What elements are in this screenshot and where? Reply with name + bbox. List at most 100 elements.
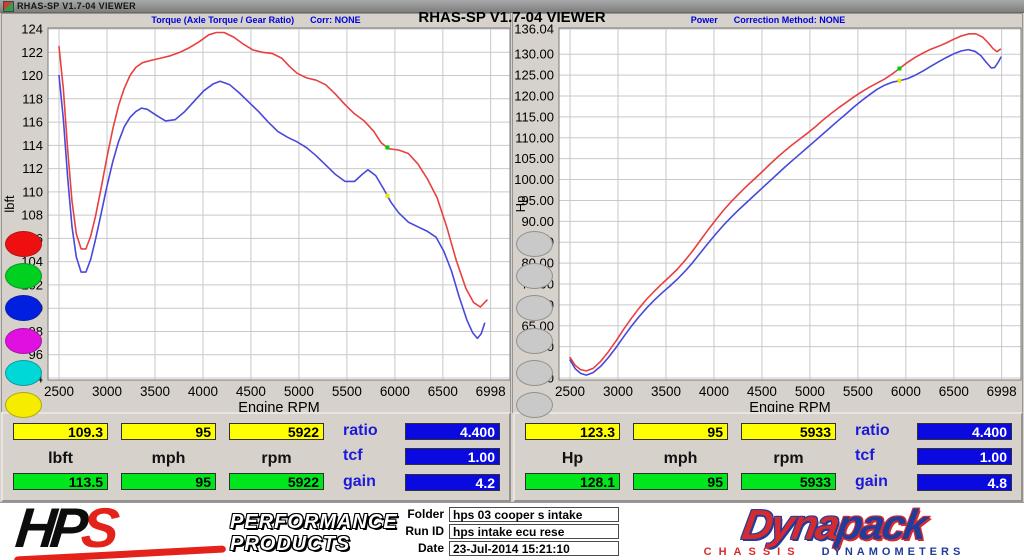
rpm-unit-label: rpm: [261, 450, 292, 467]
run-select-button-5[interactable]: [5, 360, 42, 386]
y-tick-label: 110.00: [515, 130, 554, 145]
y-tick-label: 130.00: [514, 47, 554, 62]
x-tick-label: 4500: [236, 384, 266, 399]
cursor-marker: [385, 193, 390, 198]
dynapack-logo-word: Dynapack: [644, 501, 1023, 548]
ratio-value: 4.400: [917, 423, 1012, 440]
folder-field[interactable]: hps 03 cooper s intake: [449, 507, 619, 522]
ratio-label: ratio: [855, 422, 890, 439]
power-cursor-b-value: 128.1: [525, 473, 620, 490]
rpm-unit-label: rpm: [773, 450, 804, 467]
x-tick-label: 5500: [332, 384, 362, 399]
dynapack-dyna-text: Dyna: [738, 501, 842, 548]
ratio-label: ratio: [343, 422, 378, 439]
y-tick-label: 100.00: [514, 172, 554, 187]
torque-readout-panel: 109.3 95 5922 lbft mph rpm 113.5 95 5922…: [1, 412, 511, 502]
run-select-button-disabled-1[interactable]: [516, 231, 553, 257]
dynapack-pack-text: pack: [833, 501, 930, 548]
dynapack-logo: Dynapack CHASSIS DYNAMOMETERS: [648, 501, 1020, 560]
x-tick-label: 3500: [140, 384, 170, 399]
y-tick-label: 112: [22, 161, 43, 176]
folder-label: Folder: [407, 507, 444, 521]
x-tick-label: 5000: [795, 384, 825, 399]
run-select-button-6[interactable]: [5, 392, 42, 418]
dynapack-logo-tagline: CHASSIS DYNAMOMETERS: [648, 546, 1020, 558]
y-axis-title: lbft: [2, 195, 17, 213]
power-caption-text: Power: [690, 15, 718, 25]
tcf-value: 1.00: [405, 448, 500, 465]
dynapack-chassis-text: CHASSIS: [703, 546, 802, 558]
tcf-label: tcf: [855, 447, 875, 464]
run-select-button-1[interactable]: [5, 231, 42, 257]
x-tick-label: 6000: [380, 384, 410, 399]
y-tick-label: 105.00: [514, 151, 554, 166]
x-tick-label: 4000: [699, 384, 729, 399]
speed-cursor-a-value: 95: [121, 423, 216, 440]
x-tick-label: 6000: [891, 384, 921, 399]
speed-cursor-b-value: 95: [121, 473, 216, 490]
x-tick-label: 6998: [987, 384, 1017, 399]
tcf-label: tcf: [343, 447, 363, 464]
torque-chart-panel: 1241221201181161141121101081061041021009…: [1, 13, 511, 418]
y-tick-label: 110: [22, 184, 43, 199]
x-tick-label: 5500: [843, 384, 873, 399]
rpm-cursor-b-value: 5933: [741, 473, 836, 490]
run-id-field[interactable]: hps intake ecu rese: [449, 524, 619, 539]
hps-logo: HPS PERFORMANCE PRODUCTS: [6, 496, 397, 560]
y-tick-label: 114: [22, 138, 43, 153]
x-tick-label: 4000: [188, 384, 218, 399]
rpm-cursor-b-value: 5922: [229, 473, 324, 490]
cursor-marker: [897, 66, 902, 71]
dyno-viewer-window: RHAS-SP V1.7-04 VIEWER RHAS-SP V1.7-04 V…: [0, 0, 1024, 560]
gain-value: 4.2: [405, 474, 500, 491]
hps-logo-word: HPS: [13, 496, 117, 559]
rpm-cursor-a-value: 5922: [229, 423, 324, 440]
gain-value: 4.8: [917, 474, 1012, 491]
y-tick-label: 120: [21, 68, 43, 83]
x-axis-title: Engine RPM: [238, 400, 319, 412]
run-id-label: Run ID: [405, 524, 444, 538]
y-tick-label: 90.00: [521, 214, 554, 229]
window-titlebar[interactable]: RHAS-SP V1.7-04 VIEWER: [0, 0, 1024, 13]
speed-cursor-b-value: 95: [633, 473, 728, 490]
power-chart-panel: 136.04 130.00 125.00 120.00 115.00 110.00 105.…: [512, 13, 1023, 418]
speed-unit-label: mph: [151, 450, 186, 467]
x-tick-label: 4500: [747, 384, 777, 399]
run-select-button-disabled-5[interactable]: [516, 360, 553, 386]
run-select-button-disabled-6[interactable]: [516, 392, 553, 418]
date-label: Date: [417, 541, 444, 555]
x-tick-label: 6500: [939, 384, 969, 399]
power-chart-caption: Power Correction Method: NONE: [513, 15, 1023, 25]
y-tick-label: 116: [22, 115, 43, 130]
run-select-button-disabled-2[interactable]: [516, 263, 553, 289]
torque-cursor-a-value: 109.3: [13, 423, 108, 440]
folder-row: Folder hps 03 cooper s intake: [372, 507, 619, 522]
hps-logo-hp: HP: [12, 496, 86, 559]
x-tick-label: 6998: [476, 384, 506, 399]
y-tick-label: 122: [21, 45, 43, 60]
torque-chart: 1241221201181161141121101081061041021009…: [2, 22, 510, 412]
power-correction-label: Correction Method: NONE: [733, 15, 846, 25]
power-chart: 136.04130.00125.00120.00115.00110.00105.…: [513, 22, 1022, 412]
power-cursor-a-value: 123.3: [525, 423, 620, 440]
run-select-button-disabled-3[interactable]: [516, 295, 553, 321]
y-tick-label: 108: [21, 208, 43, 223]
x-tick-label: 3000: [603, 384, 633, 399]
y-tick-label: 115.00: [515, 109, 554, 124]
y-tick-label: 118: [22, 91, 43, 106]
plot-area: [48, 28, 510, 380]
run-select-button-disabled-4[interactable]: [516, 328, 553, 354]
x-tick-label: 3000: [92, 384, 122, 399]
dynapack-dynamometers-text: DYNAMOMETERS: [821, 546, 965, 558]
date-row: Date 23-Jul-2014 15:21:10: [372, 541, 619, 556]
speed-unit-label: mph: [663, 450, 698, 467]
run-select-button-4[interactable]: [5, 328, 42, 354]
y-tick-label: 120.00: [514, 89, 554, 104]
torque-caption-text: Torque (Axle Torque / Gear Ratio): [151, 15, 295, 25]
run-select-button-3[interactable]: [5, 295, 42, 321]
app-icon: [3, 0, 14, 12]
date-field[interactable]: 23-Jul-2014 15:21:10: [449, 541, 619, 556]
titlebar-title: RHAS-SP V1.7-04 VIEWER: [17, 1, 136, 11]
gain-label: gain: [343, 473, 376, 490]
run-select-button-2[interactable]: [5, 263, 42, 289]
